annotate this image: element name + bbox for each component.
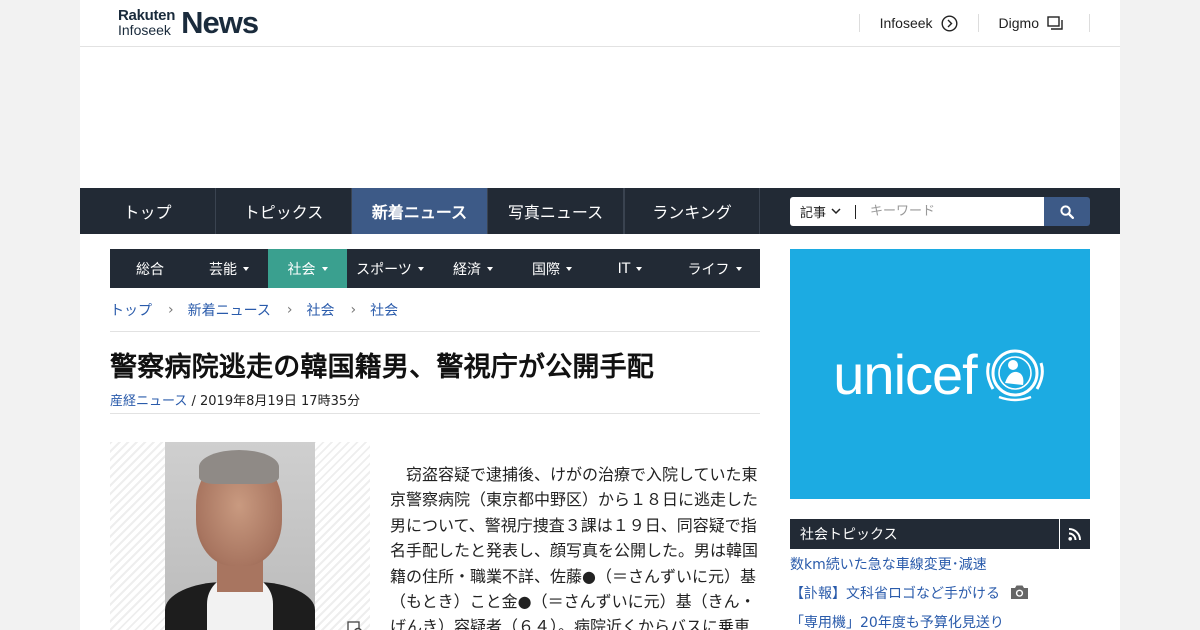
topic-item[interactable]: 「専用機」20年度も予算化見送り (790, 611, 1090, 630)
search-icon (1060, 204, 1074, 219)
rss-icon[interactable] (1060, 519, 1090, 549)
topics-header: 社会トピックス (790, 519, 1090, 549)
category-nav-general[interactable]: 総合 (110, 249, 190, 288)
breadcrumb-item-society[interactable]: 社会 (307, 300, 335, 320)
category-label: IT (617, 260, 631, 277)
circle-arrow-right-icon (941, 14, 958, 32)
category-nav-it[interactable]: IT (591, 249, 669, 288)
portrait-hair (199, 450, 279, 484)
caret-down-icon (243, 267, 249, 271)
article-source-link[interactable]: 産経ニュース (110, 394, 187, 409)
header-link-label: Digmo (998, 15, 1039, 31)
chevron-down-icon (831, 208, 841, 215)
category-label: 総合 (136, 261, 164, 278)
topic-item[interactable]: 【訃報】文科省ロゴなど手がける (790, 582, 1090, 611)
caret-down-icon (321, 267, 328, 271)
breadcrumb-item-top[interactable]: トップ (110, 300, 152, 320)
logo-infoseek: Infoseek (118, 22, 171, 38)
expand-image-icon[interactable] (346, 620, 366, 630)
main-column: 総合 芸能 社会 スポーツ 経済 国際 IT ライフ トップ › 新着ニュース … (110, 249, 760, 630)
breadcrumb-item-new-news[interactable]: 新着ニュース (188, 300, 271, 320)
category-label: 社会 (287, 261, 316, 278)
search-category-select[interactable]: 記事 (790, 197, 856, 226)
article-body: 窃盗容疑で逮捕後、けがの治療で入院していた東京警察病院（東京都中野区）から１８日… (390, 465, 759, 630)
chevron-right-icon: › (350, 301, 357, 318)
category-label: 経済 (453, 261, 481, 278)
site-header: Rakuten Infoseek News Infoseek Digmo (80, 0, 1120, 47)
header-links: Infoseek Digmo (858, 14, 1090, 32)
header-link-label: Infoseek (879, 15, 933, 31)
category-label: ライフ (687, 261, 730, 278)
caret-down-icon (417, 267, 424, 271)
global-nav: トップ トピックス 新着ニュース 写真ニュース ランキング 記事 (80, 188, 1120, 234)
search-category-label: 記事 (800, 206, 827, 221)
sidebar-ad-unicef[interactable]: unicef (790, 249, 1090, 499)
global-nav-photo-news[interactable]: 写真ニュース (488, 188, 624, 234)
article-title: 警察病院逃走の韓国籍男、警視庁が公開手配 (110, 352, 654, 383)
caret-down-icon (636, 267, 643, 271)
category-label: スポーツ (356, 261, 412, 278)
article-photo[interactable] (110, 442, 370, 630)
logo-rakuten: Rakuten (118, 7, 176, 24)
top-ad-space (80, 47, 1120, 188)
search-form: 記事 (790, 197, 1090, 226)
caret-down-icon (566, 267, 572, 271)
header-link-digmo[interactable]: Digmo (977, 14, 1090, 32)
category-nav-life[interactable]: ライフ (669, 249, 760, 288)
category-nav-society[interactable]: 社会 (268, 249, 347, 288)
chevron-right-icon: › (168, 301, 174, 318)
search-separator (855, 205, 856, 219)
global-nav-top[interactable]: トップ (80, 188, 216, 234)
unicef-emblem-icon (983, 345, 1047, 403)
logo-wordmark-small: Rakuten Infoseek (118, 8, 175, 38)
chevron-right-icon: › (286, 301, 293, 318)
category-nav: 総合 芸能 社会 スポーツ 経済 国際 IT ライフ (110, 249, 760, 288)
caret-down-icon (487, 267, 493, 271)
category-nav-economy[interactable]: 経済 (433, 249, 513, 288)
category-label: 国際 (532, 261, 560, 278)
suspect-portrait (165, 442, 315, 630)
site-logo[interactable]: Rakuten Infoseek News (118, 5, 259, 40)
global-nav-ranking[interactable]: ランキング (624, 188, 760, 234)
article-meta: 産経ニュース / 2019年8月19日 17時35分 (110, 390, 760, 414)
global-nav-topics[interactable]: トピックス (216, 188, 352, 234)
global-nav-new-news[interactable]: 新着ニュース (352, 188, 488, 234)
search-input[interactable] (856, 197, 1044, 226)
category-label: 芸能 (209, 261, 237, 278)
topic-link[interactable]: 数km続いた急な車線変更･減速 (790, 557, 987, 573)
topics-title: 社会トピックス (790, 519, 1060, 549)
unicef-logo-text: unicef (833, 342, 977, 406)
topic-link[interactable]: 【訃報】文科省ロゴなど手がける (790, 586, 1000, 602)
category-nav-entertainment[interactable]: 芸能 (190, 249, 268, 288)
article-date: / 2019年8月19日 17時35分 (187, 394, 361, 409)
category-nav-international[interactable]: 国際 (513, 249, 591, 288)
camera-icon (1010, 584, 1029, 600)
logo-news: News (181, 5, 259, 40)
header-link-infoseek[interactable]: Infoseek (858, 14, 978, 32)
breadcrumb-item-society-sub[interactable]: 社会 (370, 300, 398, 320)
window-stack-icon (1047, 16, 1063, 30)
search-button[interactable] (1044, 197, 1090, 226)
sidebar: unicef 社会トピックス 数km続いた急な車線変更･減速 【訃報】文科省ロゴ… (790, 249, 1090, 630)
page: Rakuten Infoseek News Infoseek Digmo トップ… (80, 0, 1120, 630)
topic-link[interactable]: 「専用機」20年度も予算化見送り (790, 615, 1004, 630)
topic-item[interactable]: 数km続いた急な車線変更･減速 (790, 553, 1090, 582)
caret-down-icon (735, 267, 742, 271)
category-nav-sports[interactable]: スポーツ (347, 249, 433, 288)
breadcrumb: トップ › 新着ニュース › 社会 › 社会 (110, 288, 760, 332)
